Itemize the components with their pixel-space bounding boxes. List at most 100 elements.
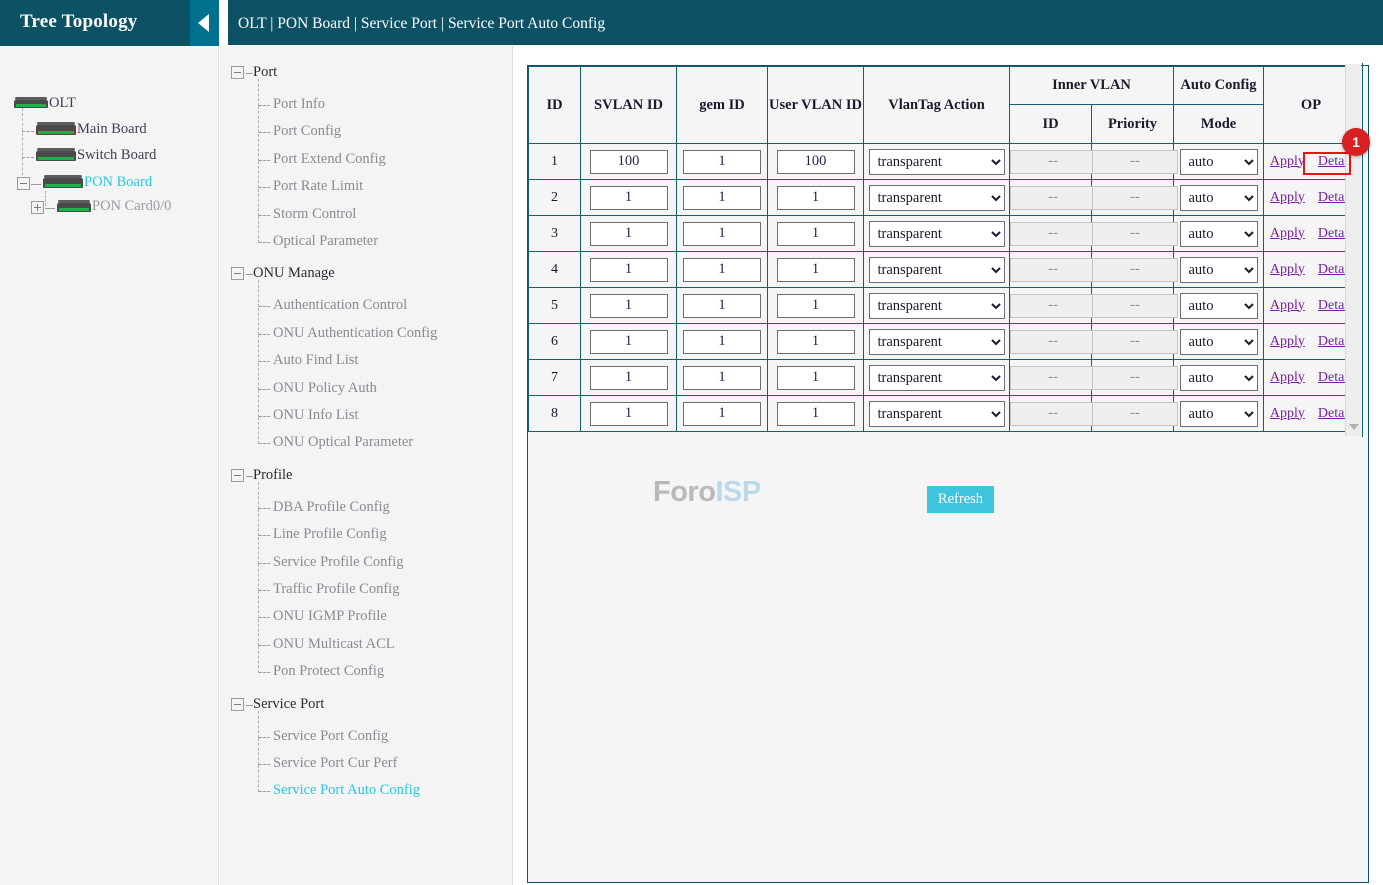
svlan-id-input[interactable] [590,258,668,282]
apply-link[interactable]: Apply [1270,262,1305,278]
svlan-id-input[interactable] [590,294,668,318]
cell-inner-vlan-id-input [1010,288,1092,324]
table-row: 2transparenttagtranslateqinqautomanualAp… [529,180,1359,216]
apply-link[interactable]: Apply [1270,226,1305,242]
nav-connector [259,791,270,792]
cell-inner-vlan-id-input [1010,180,1092,216]
th-auto-config-mode: Mode [1174,105,1264,144]
cell-gem-id-input [677,216,768,252]
gem-id-input[interactable] [683,186,761,210]
tree-node-label: OLT [49,95,76,111]
cell-gem-id-input [677,360,768,396]
cell-vlantag-action: transparenttagtranslateqinq [864,180,1010,216]
vlantag-action-select[interactable]: transparenttagtranslateqinq [869,293,1005,319]
nav-connector [259,737,270,738]
nav-group-toggle-icon[interactable] [231,698,244,711]
scroll-down-arrow-icon[interactable] [1349,424,1359,430]
auto-config-mode-select[interactable]: automanual [1180,221,1258,247]
gem-id-input[interactable] [683,150,761,174]
gem-id-input[interactable] [683,330,761,354]
gem-id-input[interactable] [683,366,761,390]
user-vlan-id-input[interactable] [777,222,855,246]
auto-config-mode-select[interactable]: automanual [1180,185,1258,211]
svlan-id-input[interactable] [590,150,668,174]
tree-node-main-board[interactable]: Main Board [36,120,147,142]
cell-user-vlan-id-input [768,324,864,360]
auto-config-mode-select[interactable]: automanual [1180,329,1258,355]
vlantag-action-select[interactable]: transparenttagtranslateqinq [869,329,1005,355]
auto-config-mode-select[interactable]: automanual [1180,257,1258,283]
gem-id-input[interactable] [683,258,761,282]
tree-node-label: Switch Board [77,147,156,163]
auto-config-mode-select[interactable]: automanual [1180,149,1258,175]
tree-toggle-plus-pon-card[interactable] [31,201,44,214]
nav-item-label: Line Profile Config [273,526,387,543]
device-icon [36,148,76,162]
cell-id: 3 [529,216,581,252]
inner-vlan-priority-input [1092,186,1178,210]
vlantag-action-select[interactable]: transparenttagtranslateqinq [869,365,1005,391]
service-port-table-wrapper: ID SVLAN ID gem ID User VLAN ID VlanTag … [528,66,1356,440]
vlantag-action-select[interactable]: transparenttagtranslateqinq [869,257,1005,283]
nav-item-label: ONU Info List [273,407,358,424]
top-breadcrumb-bar: OLT | PON Board | Service Port | Service… [228,0,1383,45]
user-vlan-id-input[interactable] [777,150,855,174]
svlan-id-input[interactable] [590,366,668,390]
vlantag-action-select[interactable]: transparenttagtranslateqinq [869,149,1005,175]
tree-node-switch-board[interactable]: Switch Board [36,146,156,168]
user-vlan-id-input[interactable] [777,330,855,354]
nav-item-label: ONU Multicast ACL [273,636,395,653]
refresh-button[interactable]: Refresh [927,486,994,513]
cell-id: 5 [529,288,581,324]
user-vlan-id-input[interactable] [777,366,855,390]
tree-collapse-button[interactable] [190,0,219,46]
nav-connector [258,363,259,390]
gem-id-input[interactable] [683,222,761,246]
vlantag-action-select[interactable]: transparenttagtranslateqinq [869,221,1005,247]
gem-id-input[interactable] [683,402,761,426]
nav-group-toggle-icon[interactable] [231,66,244,79]
svlan-id-input[interactable] [590,186,668,210]
apply-link[interactable]: Apply [1270,190,1305,206]
apply-link[interactable]: Apply [1270,406,1305,422]
tree-node-olt[interactable]: OLT [14,94,76,116]
table-vertical-scrollbar[interactable] [1345,64,1361,436]
table-header-row-1: ID SVLAN ID gem ID User VLAN ID VlanTag … [529,67,1359,105]
cell-vlantag-action: transparenttagtranslateqinq [864,360,1010,396]
nav-item-label: Port Rate Limit [273,178,363,195]
cell-inner-vlan-id-input [1010,360,1092,396]
cell-inner-vlan-priority-input [1092,396,1174,432]
tree-node-pon-board[interactable]: PON Board [43,173,152,195]
nav-connector [258,308,259,335]
vlantag-action-select[interactable]: transparenttagtranslateqinq [869,185,1005,211]
user-vlan-id-input[interactable] [777,258,855,282]
tree-node-pon-card[interactable]: PON Card0/0 [57,197,171,219]
auto-config-mode-select[interactable]: automanual [1180,293,1258,319]
svlan-id-input[interactable] [590,330,668,354]
user-vlan-id-input[interactable] [777,186,855,210]
watermark-part1: Foro [653,476,715,508]
table-row: 8transparenttagtranslateqinqautomanualAp… [529,396,1359,432]
nav-group-toggle-icon[interactable] [231,267,244,280]
apply-link[interactable]: Apply [1270,370,1305,386]
gem-id-input[interactable] [683,294,761,318]
cell-vlantag-action: transparenttagtranslateqinq [864,324,1010,360]
user-vlan-id-input[interactable] [777,402,855,426]
auto-config-mode-select[interactable]: automanual [1180,401,1258,427]
apply-link[interactable]: Apply [1270,154,1305,170]
cell-vlantag-action: transparenttagtranslateqinq [864,288,1010,324]
nav-item-label: Pon Protect Config [273,663,384,680]
auto-config-mode-select[interactable]: automanual [1180,365,1258,391]
apply-link[interactable]: Apply [1270,334,1305,350]
apply-link[interactable]: Apply [1270,298,1305,314]
user-vlan-id-input[interactable] [777,294,855,318]
device-icon [14,97,48,109]
nav-connector [259,416,270,417]
nav-group-toggle-icon[interactable] [231,469,244,482]
svlan-id-input[interactable] [590,402,668,426]
svlan-id-input[interactable] [590,222,668,246]
inner-vlan-id-input [1010,222,1096,246]
cell-inner-vlan-priority-input [1092,252,1174,288]
tree-toggle-minus-pon-board[interactable] [17,177,30,190]
vlantag-action-select[interactable]: transparenttagtranslateqinq [869,401,1005,427]
